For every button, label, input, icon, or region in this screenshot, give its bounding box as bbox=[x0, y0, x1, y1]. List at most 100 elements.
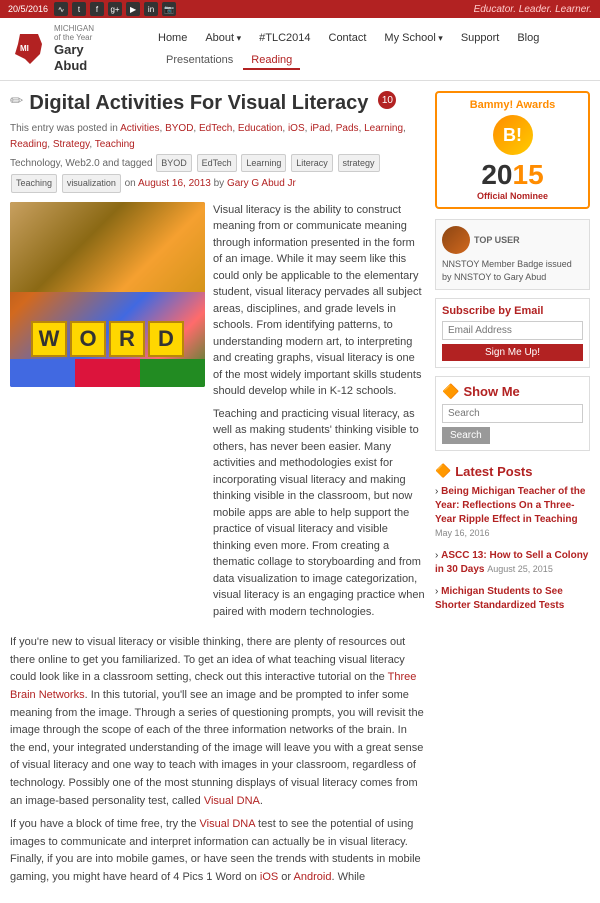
header: MI Michigan of the Year Gary Abud Home A… bbox=[0, 18, 600, 81]
sidebar: Bammy! Awards B! 2015 Official Nominee T… bbox=[435, 91, 590, 893]
article-para-dna: If you have a block of time free, try th… bbox=[10, 816, 425, 886]
email-input[interactable] bbox=[442, 321, 583, 340]
award-logo: B! bbox=[493, 115, 533, 155]
cat-activities[interactable]: Activities bbox=[120, 123, 159, 134]
latest-posts: 🔶 Latest Posts › Being Michigan Teacher … bbox=[435, 459, 590, 625]
article-para-1: Visual literacy is the ability to constr… bbox=[213, 202, 425, 400]
michigan-logo: MI bbox=[10, 29, 48, 69]
cat-edtech[interactable]: EdTech bbox=[199, 123, 232, 134]
meta-tagged: Technology, Web2.0 and tagged bbox=[10, 158, 155, 169]
show-me-title: 🔶 Show Me bbox=[442, 383, 583, 400]
latest-date-2: August 25, 2015 bbox=[487, 564, 553, 574]
logo-michigan: Michigan bbox=[54, 24, 94, 33]
cat-strategy[interactable]: Strategy bbox=[53, 139, 90, 150]
cat-teaching[interactable]: Teaching bbox=[95, 139, 135, 150]
date-link[interactable]: August 16, 2013 bbox=[138, 178, 211, 189]
meta-posted: This entry was posted in bbox=[10, 123, 120, 134]
cat-ipad[interactable]: iPad bbox=[310, 123, 330, 134]
cat-learning[interactable]: Learning bbox=[364, 123, 403, 134]
nav-about[interactable]: About bbox=[197, 28, 249, 48]
cat-education[interactable]: Education bbox=[238, 123, 282, 134]
nav-blog[interactable]: Blog bbox=[509, 28, 547, 48]
article-para-2: Teaching and practicing visual literacy,… bbox=[213, 406, 425, 621]
award-year: 2015 bbox=[443, 159, 582, 191]
twitter-icon[interactable]: t bbox=[72, 2, 86, 16]
article-image: W O R D bbox=[10, 202, 205, 627]
search-input[interactable] bbox=[442, 404, 583, 423]
logo-area: MI Michigan of the Year Gary Abud bbox=[10, 24, 150, 74]
subscribe-button[interactable]: Sign Me Up! bbox=[442, 344, 583, 361]
youtube-icon[interactable]: ▶ bbox=[126, 2, 140, 16]
svg-text:MI: MI bbox=[20, 44, 29, 53]
logo-teacher-of-year: of the Year bbox=[54, 33, 94, 42]
facebook-icon[interactable]: f bbox=[90, 2, 104, 16]
tag-literacy[interactable]: Literacy bbox=[291, 154, 333, 172]
tagline: Educator. Leader. Learner. bbox=[474, 4, 592, 15]
letter-d: D bbox=[148, 321, 184, 357]
nav-area: Home About #TLC2014 Contact My School Su… bbox=[150, 28, 590, 70]
article-title: Digital Activities For Visual Literacy bbox=[29, 91, 368, 115]
award-year-20: 20 bbox=[481, 159, 512, 190]
google-icon[interactable]: g+ bbox=[108, 2, 122, 16]
search-button[interactable]: Search bbox=[442, 427, 490, 444]
nnstoy-badge: TOP USER bbox=[442, 226, 583, 254]
brain-networks-link[interactable]: Three Brain Networks bbox=[10, 671, 416, 701]
nav-home[interactable]: Home bbox=[150, 28, 195, 48]
comment-badge[interactable]: 10 bbox=[378, 91, 396, 109]
image-strip bbox=[10, 359, 205, 387]
visual-dna-link-2[interactable]: Visual DNA bbox=[200, 818, 255, 830]
tag-byod[interactable]: BYOD bbox=[156, 154, 192, 172]
tag-visualization[interactable]: visualization bbox=[62, 174, 121, 192]
latest-icon: 🔶 bbox=[435, 463, 451, 479]
cat-ios[interactable]: iOS bbox=[288, 123, 305, 134]
tag-strategy[interactable]: strategy bbox=[338, 154, 380, 172]
nnstoy-text: NNSTOY Member Badge issued by NNSTOY to … bbox=[442, 259, 572, 282]
article-text-right: Visual literacy is the ability to constr… bbox=[213, 202, 425, 627]
nav-myschool[interactable]: My School bbox=[376, 28, 450, 48]
nav-tlc2014[interactable]: #TLC2014 bbox=[251, 28, 318, 48]
visual-dna-link[interactable]: Visual DNA bbox=[204, 795, 260, 807]
latest-item-2: › ASCC 13: How to Sell a Colony in 30 Da… bbox=[435, 549, 590, 577]
top-bar: 20/5/2016 ∿ t f g+ ▶ in 📷 Educator. Lead… bbox=[0, 0, 600, 18]
latest-link-1[interactable]: Being Michigan Teacher of the Year: Refl… bbox=[435, 486, 585, 525]
badge-circle bbox=[442, 226, 470, 254]
show-me-icon: 🔶 bbox=[442, 383, 459, 400]
author-link[interactable]: Gary G Abud Jr bbox=[227, 178, 296, 189]
tag-edtech[interactable]: EdTech bbox=[197, 154, 237, 172]
linkedin-icon[interactable]: in bbox=[144, 2, 158, 16]
cat-byod[interactable]: BYOD bbox=[165, 123, 193, 134]
letter-o: O bbox=[70, 321, 106, 357]
nav-secondary: Presentations Reading bbox=[150, 52, 590, 70]
bullet-1: › bbox=[435, 486, 438, 497]
latest-label: Latest Posts bbox=[455, 464, 532, 479]
strip-blue bbox=[10, 359, 75, 387]
word-overlay: W O R D bbox=[10, 321, 205, 357]
search-box: 🔶 Show Me Search bbox=[435, 376, 590, 451]
article-full-text: If you're new to visual literacy or visi… bbox=[10, 634, 425, 886]
nav-support[interactable]: Support bbox=[453, 28, 508, 48]
image-placeholder: W O R D bbox=[10, 202, 205, 387]
award-year-15: 15 bbox=[513, 159, 544, 190]
rss-icon[interactable]: ∿ bbox=[54, 2, 68, 16]
latest-link-3[interactable]: Michigan Students to See Shorter Standar… bbox=[435, 586, 564, 611]
nav-primary: Home About #TLC2014 Contact My School Su… bbox=[150, 28, 590, 48]
android-link[interactable]: Android bbox=[294, 871, 332, 883]
nav-presentations[interactable]: Presentations bbox=[158, 52, 241, 70]
content-wrapper: ✏ Digital Activities For Visual Literacy… bbox=[0, 81, 600, 903]
bullet-3: › bbox=[435, 586, 438, 597]
nav-reading[interactable]: Reading bbox=[243, 52, 300, 70]
ios-link[interactable]: iOS bbox=[260, 871, 278, 883]
nav-contact[interactable]: Contact bbox=[321, 28, 375, 48]
latest-date-1: May 16, 2016 bbox=[435, 528, 490, 538]
article-para-brain: If you're new to visual literacy or visi… bbox=[10, 634, 425, 810]
instagram-icon[interactable]: 📷 bbox=[162, 2, 176, 16]
tag-teaching[interactable]: Teaching bbox=[11, 174, 57, 192]
latest-item-3: › Michigan Students to See Shorter Stand… bbox=[435, 585, 590, 613]
official-nominee: Official Nominee bbox=[443, 191, 582, 201]
social-icons: ∿ t f g+ ▶ in 📷 bbox=[54, 2, 176, 16]
award-title: Bammy! Awards bbox=[443, 99, 582, 111]
cat-pads[interactable]: Pads bbox=[336, 123, 359, 134]
tag-learning[interactable]: Learning bbox=[241, 154, 286, 172]
cat-reading[interactable]: Reading bbox=[10, 139, 47, 150]
show-me-label: Show Me bbox=[463, 384, 519, 399]
